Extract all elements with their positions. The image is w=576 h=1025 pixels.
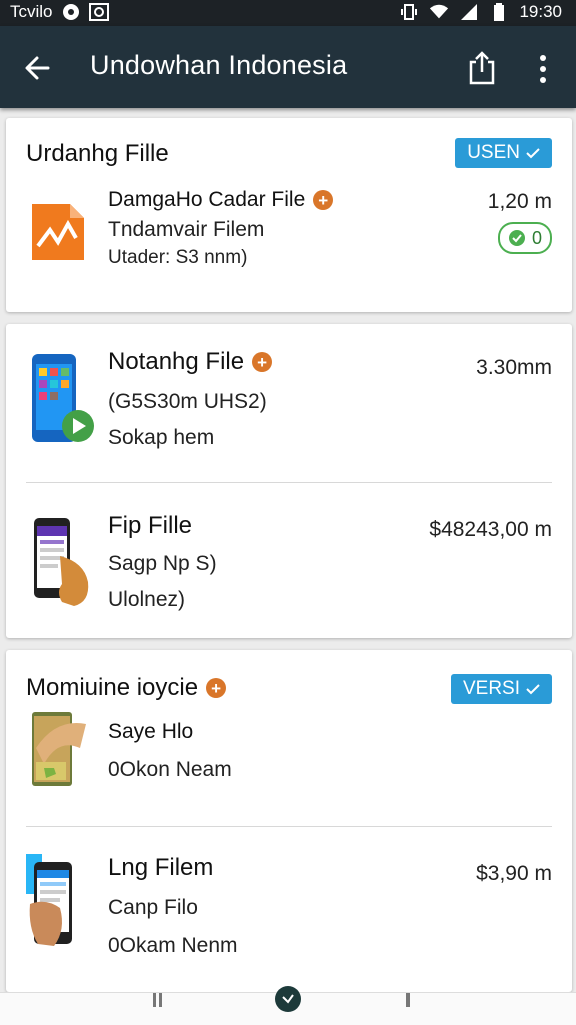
file-price: 1,20 m <box>487 190 552 213</box>
row-title: Fip Fille <box>108 512 192 540</box>
status-time: 19:30 <box>519 2 562 21</box>
battery-icon <box>489 2 509 22</box>
folder-thumbnail-icon[interactable] <box>26 708 98 790</box>
status-left-text: Tcvilo <box>10 2 53 21</box>
file-subtitle: Canp Filo <box>108 896 198 919</box>
add-icon[interactable]: + <box>206 678 227 698</box>
pill-label: 0 <box>531 227 542 248</box>
wifi-icon <box>429 2 449 22</box>
notification-icon <box>61 2 81 22</box>
image-icon <box>88 2 109 22</box>
signal-icon <box>459 2 479 22</box>
file-meta: Sokap hem <box>108 426 215 449</box>
file-price: $3,90 m <box>476 862 552 885</box>
row-title: Saye Hlo <box>108 720 193 744</box>
card-title: Momiuine ioycie <box>26 674 199 701</box>
add-icon[interactable]: + <box>252 352 273 372</box>
badge-label: VERSI <box>462 678 520 699</box>
file-meta: 0Okam Nenm <box>108 934 238 957</box>
more-vert-icon[interactable] <box>532 52 554 86</box>
file-subtitle: (G5S30m UHS2) <box>108 390 267 413</box>
system-nav-bar <box>0 986 576 1025</box>
file-meta: Utader: S3 nnm) <box>108 247 248 268</box>
back-arrow-icon[interactable] <box>20 50 56 86</box>
card-momiuine: Momiuine ioycie + VERSI Saye Hlo 0Okon N… <box>6 650 572 992</box>
status-bar: Tcvilo 19:30 <box>0 0 576 26</box>
home-icon[interactable] <box>274 985 302 1013</box>
file-subtitle: Tndamvair Filem <box>108 218 265 241</box>
file-thumbnail-icon[interactable] <box>26 192 92 272</box>
card-title-row: Momiuine ioycie + <box>26 674 227 702</box>
check-icon <box>526 684 540 695</box>
app-bar: Undowhan Indonesia <box>0 26 576 108</box>
divider <box>26 482 552 483</box>
divider <box>26 826 552 827</box>
add-icon[interactable]: + <box>313 190 334 210</box>
card-urdanhg-fille: Urdanhg Fille USEN DamgaHo Cadar File + … <box>6 118 572 312</box>
file-title: Notanhg File <box>108 348 245 375</box>
row-title: Notanhg File + <box>108 348 273 376</box>
file-meta: Ulolnez) <box>108 588 186 611</box>
usen-badge-button[interactable]: USEN <box>455 138 552 168</box>
check-circle-icon <box>508 230 525 246</box>
file-title: Lng Filem <box>108 854 214 881</box>
share-icon[interactable] <box>466 50 498 86</box>
file-title: Saye Hlo <box>108 720 194 743</box>
recent-apps-icon[interactable] <box>150 993 166 1007</box>
file-subtitle: Sagp Np S) <box>108 552 217 575</box>
check-icon <box>526 148 540 159</box>
page-title: Undowhan Indonesia <box>90 50 348 80</box>
hand-phone-thumbnail-icon[interactable] <box>26 854 98 954</box>
file-price: 3.30mm <box>476 356 552 379</box>
versi-badge-button[interactable]: VERSI <box>450 674 552 704</box>
back-nav-icon[interactable] <box>402 993 414 1007</box>
file-subtitle: 0Okon Neam <box>108 758 232 781</box>
hand-phone-thumbnail-icon[interactable] <box>26 512 98 612</box>
file-price: $48243,00 m <box>429 518 552 541</box>
row-title: DamgaHo Cadar File + <box>108 188 334 212</box>
vibrate-icon <box>399 2 419 22</box>
file-title: Fip Fille <box>108 512 193 539</box>
phone-thumbnail-icon[interactable] <box>26 350 98 450</box>
row-title: Lng Filem <box>108 854 213 882</box>
card-title: Urdanhg Fille <box>26 140 169 167</box>
card-files: Notanhg File + (G5S30m UHS2) Sokap hem 3… <box>6 324 572 638</box>
file-title: DamgaHo Cadar File <box>108 188 306 211</box>
status-pill: 0 <box>497 222 552 254</box>
badge-label: USEN <box>467 142 520 163</box>
